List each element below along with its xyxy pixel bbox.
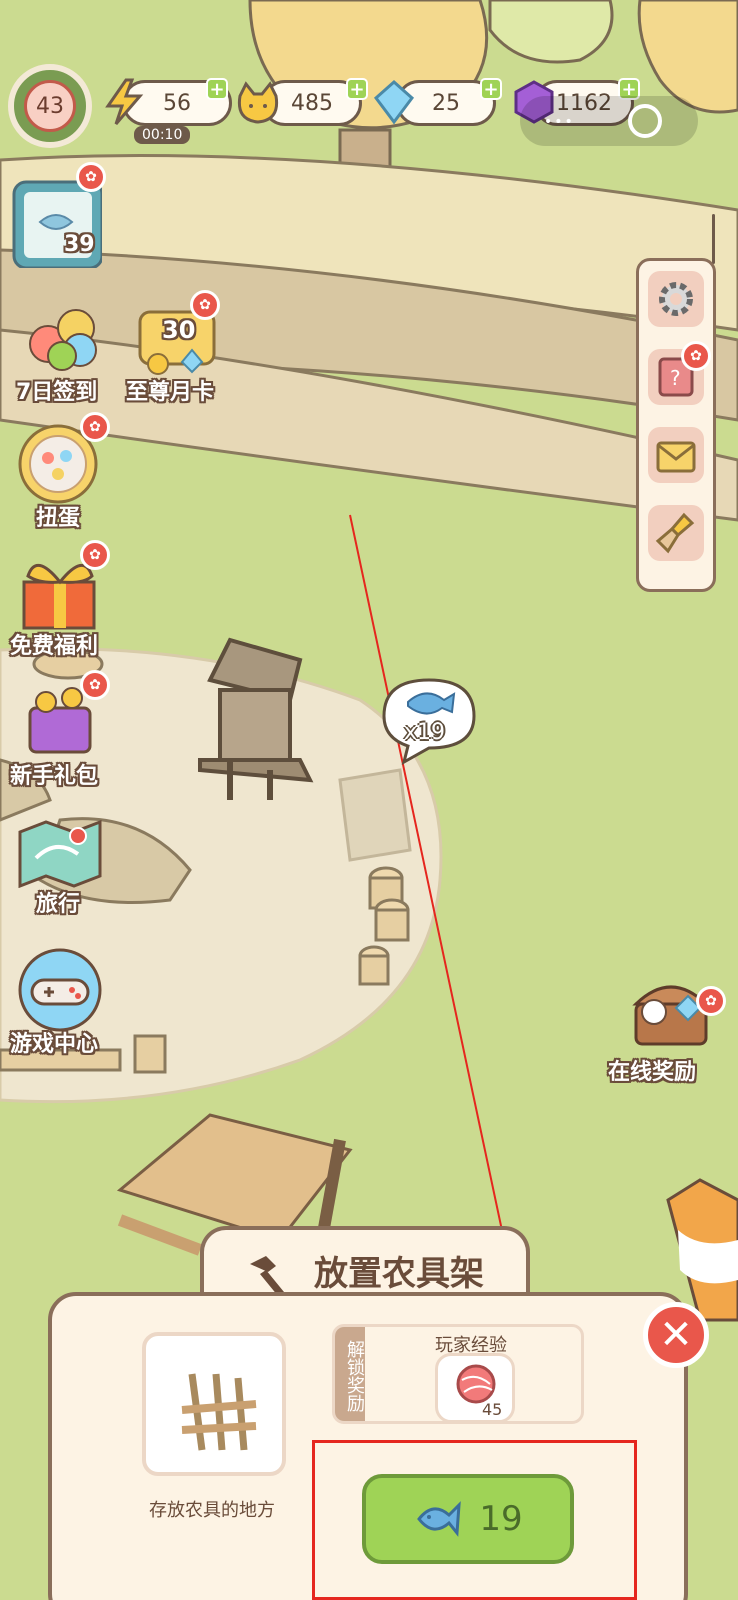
menu-game-center[interactable]: 游戏中心 <box>8 948 112 1064</box>
menu-label: 至尊月卡 <box>126 380 215 405</box>
task-count: 39 <box>64 232 95 257</box>
menu-monthly-card[interactable]: 30 ✿ 至尊月卡 <box>124 290 234 406</box>
menu-newbie-pack[interactable]: ✿ 新手礼包 <box>8 670 112 790</box>
menu-gacha[interactable]: ✿ 扭蛋 <box>10 412 110 532</box>
notification-paw-icon: ✿ <box>681 341 711 371</box>
notification-paw-icon: ✿ <box>80 412 110 442</box>
close-target-icon[interactable] <box>628 104 662 138</box>
panel-title: 放置农具架 <box>314 1254 484 1294</box>
exp-reward-card: 45 <box>435 1353 515 1423</box>
cat-coin-value: 485 <box>291 90 333 116</box>
item-preview-card <box>142 1332 286 1476</box>
mini-program-capsule: ••• <box>520 96 698 146</box>
svg-text:?: ? <box>670 366 681 390</box>
map-icon <box>18 819 102 888</box>
broom-icon <box>655 512 695 554</box>
menu-label: 7日签到 <box>16 380 98 405</box>
month-card-number: 30 <box>162 316 196 344</box>
diamond-icon <box>373 79 415 125</box>
notification-paw-icon: ✿ <box>76 162 106 192</box>
menu-label: 游戏中心 <box>10 1032 99 1057</box>
player-level: 43 <box>24 80 76 132</box>
notification-paw-icon: ✿ <box>696 986 726 1016</box>
side-handle <box>712 214 715 264</box>
task-board-button[interactable]: 39 ✿ <box>6 162 106 270</box>
more-dots-icon[interactable]: ••• <box>544 114 575 130</box>
menu-label: 扭蛋 <box>36 506 81 531</box>
close-button[interactable]: ✕ <box>643 1302 709 1368</box>
online-reward-button[interactable]: ✿ 在线奖励 <box>608 970 730 1090</box>
energy-value: 56 <box>163 90 191 116</box>
energy-timer: 00:10 <box>134 126 191 144</box>
menu-label: 旅行 <box>36 892 81 917</box>
gamepad-icon <box>18 948 102 1032</box>
settings-icon <box>659 282 693 316</box>
mail-button[interactable] <box>648 427 704 483</box>
clean-button[interactable] <box>648 505 704 561</box>
online-reward-label: 在线奖励 <box>608 1060 697 1085</box>
tool-rack-icon <box>181 1373 257 1451</box>
right-menu-panel: ? ✿ <box>636 258 716 592</box>
menu-travel[interactable]: 旅行 <box>10 818 110 924</box>
player-level-badge[interactable]: 43 <box>8 64 92 148</box>
menu-label: 新手礼包 <box>10 764 99 789</box>
notification-paw-icon: ✿ <box>80 540 110 570</box>
notification-paw-icon: ✿ <box>190 290 220 320</box>
unlock-reward-box: 解锁奖励 玩家经验 45 <box>332 1324 584 1424</box>
add-diamond-button[interactable]: + <box>480 78 502 100</box>
unlock-reward-label: 解锁奖励 <box>335 1327 365 1421</box>
add-cat-coin-button[interactable]: + <box>346 78 368 100</box>
fish-reward-bubble[interactable]: x19 <box>374 676 484 766</box>
highlight-box <box>312 1440 637 1600</box>
settings-button[interactable] <box>648 271 704 327</box>
item-description: 存放农具的地方 <box>149 1500 275 1521</box>
add-energy-button[interactable]: + <box>206 78 228 100</box>
diamond-value: 25 <box>432 90 460 116</box>
cat-coin-icon <box>237 81 279 124</box>
menu-free-benefits[interactable]: ✿ 免费福利 <box>8 540 112 662</box>
notification-paw-icon: ✿ <box>80 670 110 700</box>
lightning-icon <box>105 78 144 125</box>
balloons-icon <box>29 309 97 371</box>
game-scene: 43 56 + 00:10 485 + 25 + 1162 + ••• 39 ✿… <box>0 0 738 1600</box>
mail-icon <box>656 441 696 473</box>
reward-amount: 45 <box>482 1400 503 1419</box>
menu-seven-day-checkin[interactable]: 7日签到 <box>10 304 110 405</box>
menu-label: 免费福利 <box>10 634 99 659</box>
fish-count: x19 <box>404 720 446 745</box>
